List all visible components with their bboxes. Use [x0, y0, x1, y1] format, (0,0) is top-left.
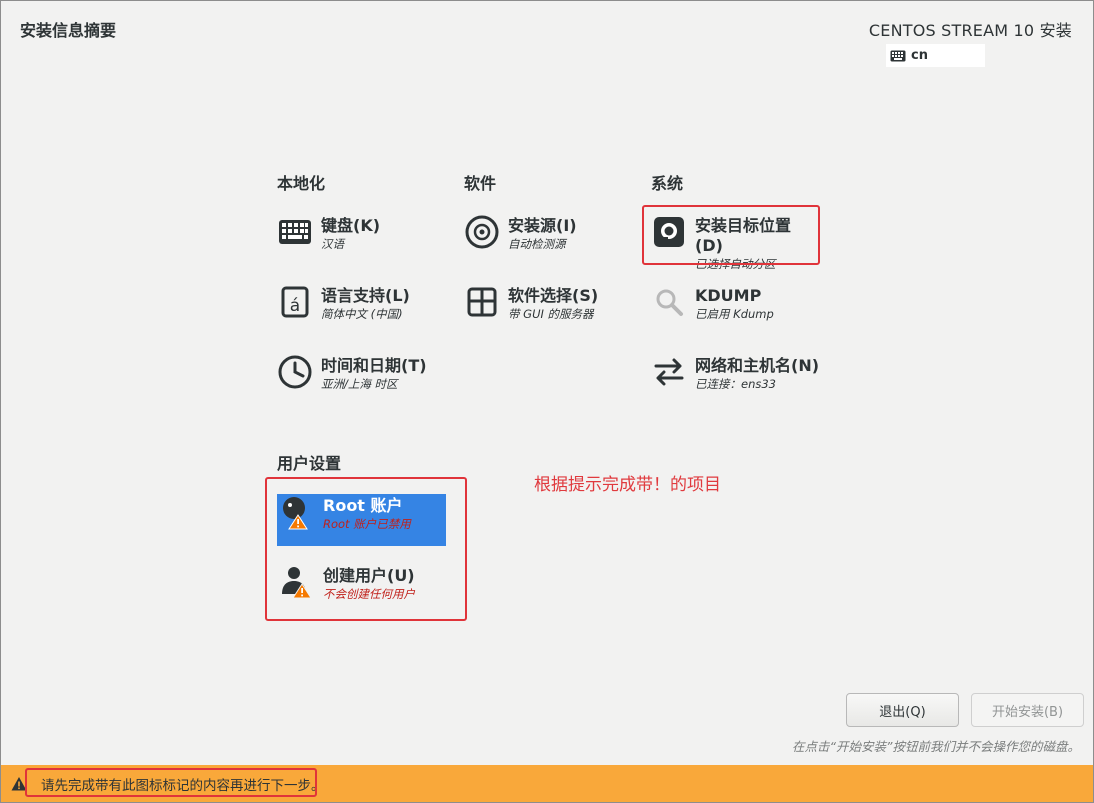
spoke-root-title: Root 账户 [323, 496, 403, 515]
spoke-user-status: 不会创建任何用户 [323, 587, 415, 601]
spoke-language[interactable]: á 语言支持(L) 简体中文 (中国) [277, 284, 447, 336]
spoke-software-title: 软件选择(S) [508, 286, 599, 305]
spoke-kdump[interactable]: KDUMP 已启用 Kdump [651, 284, 821, 336]
harddisk-icon [654, 217, 684, 247]
section-software: 软件 [464, 174, 497, 193]
begin-installation-button[interactable]: 开始安装(B) [971, 693, 1084, 727]
spoke-source-status: 自动检测源 [508, 237, 566, 251]
language-icon: á [281, 286, 309, 318]
keyboard-small-icon [890, 50, 906, 61]
section-system: 系统 [651, 174, 684, 193]
spoke-create-user[interactable]: 创建用户(U) 不会创建任何用户 [277, 564, 447, 616]
spoke-network[interactable]: 网络和主机名(N) 已连接：ens33 [651, 354, 831, 406]
spoke-datetime-status: 亚洲/上海 时区 [321, 377, 398, 391]
spoke-datetime-title: 时间和日期(T) [321, 356, 427, 375]
window-border [0, 0, 1094, 803]
network-arrows-icon [654, 358, 684, 386]
spoke-network-status: 已连接：ens33 [695, 377, 776, 391]
spoke-installation-source[interactable]: 安装源(I) 自动检测源 [464, 214, 634, 266]
root-user-warning-icon [283, 497, 308, 530]
spoke-language-title: 语言支持(L) [321, 286, 410, 305]
spoke-installation-destination[interactable]: 安装目标位置(D) 已选择自动分区 [651, 214, 817, 271]
spoke-kdump-status: 已启用 Kdump [695, 307, 774, 321]
spoke-keyboard-status: 汉语 [321, 237, 344, 251]
warning-bar: 请先完成带有此图标标记的内容再进行下一步。 [1, 765, 1093, 802]
package-icon [467, 287, 497, 317]
magnifier-icon [656, 289, 683, 316]
spoke-user-title: 创建用户(U) [323, 566, 415, 585]
annotation-hint: 根据提示完成带！的项目 [534, 475, 721, 495]
spoke-keyboard-title: 键盘(K) [321, 216, 381, 235]
quit-button[interactable]: 退出(Q) [846, 693, 959, 727]
spoke-source-title: 安装源(I) [508, 216, 577, 235]
keyboard-layout-indicator[interactable]: cn [886, 44, 985, 67]
section-localization: 本地化 [277, 174, 326, 193]
spoke-root-account[interactable]: Root 账户 Root 账户已禁用 [277, 494, 446, 546]
spoke-language-status: 简体中文 (中国) [321, 307, 403, 321]
product-header: CENTOS STREAM 10 安装 [869, 17, 1072, 41]
spoke-root-status: Root 账户已禁用 [323, 517, 411, 531]
warning-text: 请先完成带有此图标标记的内容再进行下一步。 [41, 777, 325, 794]
spoke-destination-title: 安装目标位置(D) [695, 216, 792, 255]
spoke-datetime[interactable]: 时间和日期(T) 亚洲/上海 时区 [277, 354, 447, 406]
svg-text:á: á [290, 296, 300, 316]
disc-icon [465, 215, 499, 249]
disk-note: 在点击“开始安装”按钮前我们并不会操作您的磁盘。 [792, 739, 1080, 754]
page-title: 安装信息摘要 [20, 21, 117, 40]
clock-icon [278, 355, 312, 389]
product-name: CENTOS STREAM 10 安装 [868, 21, 1072, 40]
spoke-software-status: 带 GUI 的服务器 [508, 307, 594, 321]
keyboard-layout-label: cn [911, 48, 928, 63]
spoke-keyboard[interactable]: 键盘(K) 汉语 [277, 214, 447, 266]
keyboard-icon [279, 220, 311, 244]
spoke-software-selection[interactable]: 软件选择(S) 带 GUI 的服务器 [464, 284, 634, 336]
spoke-destination-status: 已选择自动分区 [695, 257, 776, 271]
section-user-settings: 用户设置 [277, 454, 342, 473]
spoke-network-title: 网络和主机名(N) [695, 356, 820, 375]
user-warning-icon [282, 567, 312, 599]
spoke-kdump-title: KDUMP [695, 286, 762, 305]
warning-icon [11, 776, 27, 790]
